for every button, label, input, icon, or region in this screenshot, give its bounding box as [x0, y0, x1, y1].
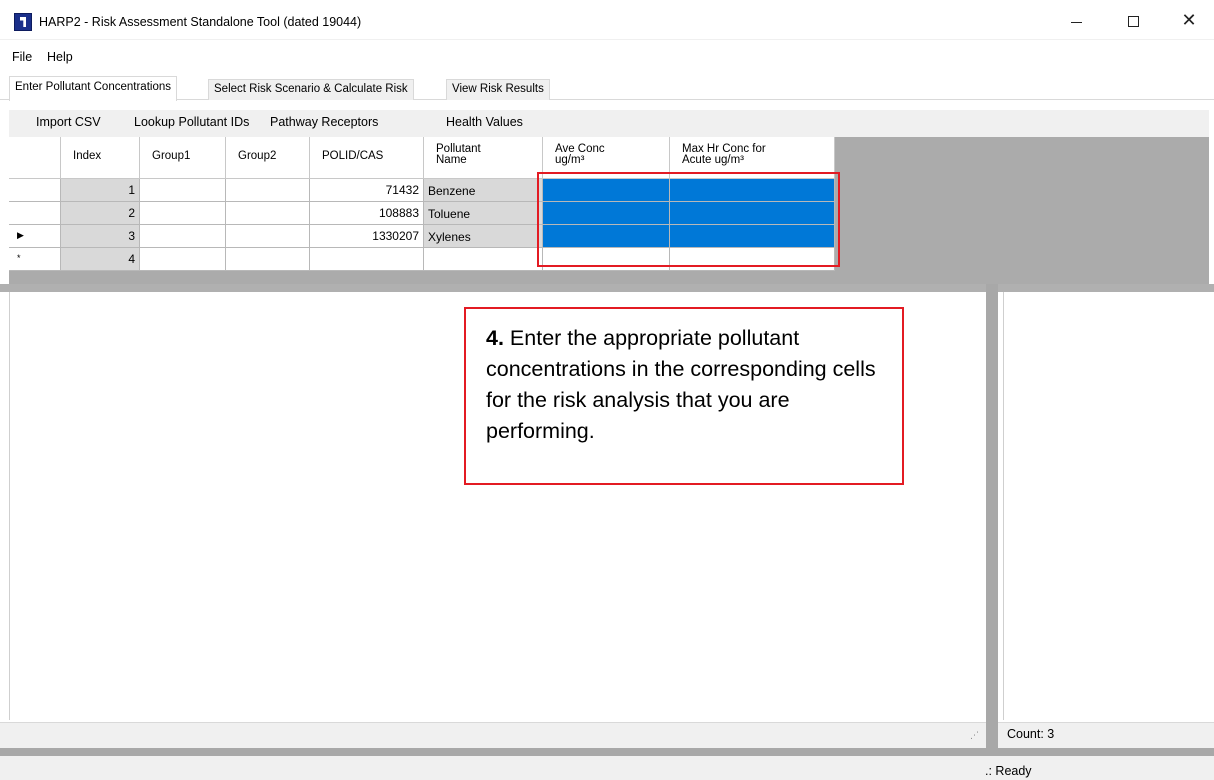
- minimize-button[interactable]: [1056, 6, 1096, 36]
- toolbar: Import CSV Lookup Pollutant IDs Pathway …: [9, 110, 1209, 137]
- lookup-pollutant-ids-button[interactable]: Lookup Pollutant IDs: [134, 115, 249, 129]
- cell-group2[interactable]: [226, 202, 310, 225]
- cell-pollutant-name[interactable]: Xylenes: [424, 225, 543, 248]
- cell-polid[interactable]: 71432: [310, 179, 424, 202]
- column-label: Max Hr Conc for Acute ug/m³: [682, 143, 766, 166]
- tab-enter-pollutant-concentrations[interactable]: Enter Pollutant Concentrations: [9, 76, 177, 101]
- column-label: Ave Conc ug/m³: [555, 143, 605, 166]
- cell-pollutant-name[interactable]: [424, 248, 543, 271]
- instruction-callout: 4. Enter the appropriate pollutant conce…: [464, 307, 904, 485]
- column-label-line2: Acute ug/m³: [682, 154, 744, 166]
- maximize-icon: [1127, 15, 1139, 27]
- menu-bar: File Help: [0, 47, 1214, 67]
- app-icon: [14, 13, 32, 31]
- column-header-pollutant-name[interactable]: Pollutant Name: [424, 137, 543, 179]
- cell-index[interactable]: 3: [61, 225, 140, 248]
- close-button[interactable]: ✕: [1169, 6, 1209, 36]
- grid-corner[interactable]: [9, 137, 61, 179]
- row-header[interactable]: [9, 202, 61, 225]
- cell-pollutant-name[interactable]: Benzene: [424, 179, 543, 202]
- cell-polid[interactable]: 1330207: [310, 225, 424, 248]
- vertical-splitter[interactable]: [986, 284, 998, 750]
- maximize-button[interactable]: [1113, 6, 1153, 36]
- current-row-indicator[interactable]: ▶: [9, 225, 61, 248]
- cell-group1[interactable]: [140, 202, 226, 225]
- close-icon: ✕: [1181, 10, 1197, 31]
- cell-pollutant-name[interactable]: Toluene: [424, 202, 543, 225]
- cell-group2[interactable]: [226, 248, 310, 271]
- cell-group1[interactable]: [140, 248, 226, 271]
- selection-highlight-box: [537, 172, 840, 267]
- column-label: Group2: [238, 150, 277, 162]
- grid-status-bar: [0, 722, 986, 748]
- ready-status: .: Ready: [985, 764, 1032, 778]
- column-header-group2[interactable]: Group2: [226, 137, 310, 179]
- cell-group2[interactable]: [226, 225, 310, 248]
- column-label: POLID/CAS: [322, 150, 384, 162]
- status-divider: [0, 748, 1214, 756]
- column-label: Index: [73, 150, 102, 162]
- cell-index[interactable]: 1: [61, 179, 140, 202]
- window-title: HARP2 - Risk Assessment Standalone Tool …: [39, 15, 362, 29]
- row-header[interactable]: [9, 179, 61, 202]
- cell-group1[interactable]: [140, 179, 226, 202]
- column-label: Pollutant Name: [436, 143, 481, 166]
- callout-text: Enter the appropriate pollutant concentr…: [486, 326, 876, 443]
- column-header-polid-cas[interactable]: POLID/CAS: [310, 137, 424, 179]
- column-label-line2: Name: [436, 154, 467, 166]
- health-values-button[interactable]: Health Values: [446, 115, 523, 129]
- menu-file[interactable]: File: [12, 50, 32, 64]
- cell-group2[interactable]: [226, 179, 310, 202]
- title-bar: HARP2 - Risk Assessment Standalone Tool …: [0, 0, 1214, 40]
- cell-index[interactable]: 4: [61, 248, 140, 271]
- cell-polid[interactable]: [310, 248, 424, 271]
- column-header-index[interactable]: Index: [61, 137, 140, 179]
- tab-view-risk-results[interactable]: View Risk Results: [446, 79, 550, 100]
- menu-help[interactable]: Help: [47, 50, 73, 64]
- row-count: Count: 3: [1007, 727, 1055, 741]
- import-csv-button[interactable]: Import CSV: [36, 115, 101, 129]
- pathway-receptors-button[interactable]: Pathway Receptors: [270, 115, 378, 129]
- right-pane: [1003, 292, 1214, 720]
- column-label: Group1: [152, 150, 191, 162]
- tab-strip: Enter Pollutant Concentrations Select Ri…: [0, 76, 1214, 101]
- cell-group1[interactable]: [140, 225, 226, 248]
- new-row-indicator[interactable]: *: [9, 248, 61, 271]
- column-header-group1[interactable]: Group1: [140, 137, 226, 179]
- cell-index[interactable]: 2: [61, 202, 140, 225]
- pane-divider: [0, 284, 1214, 292]
- cell-polid[interactable]: 108883: [310, 202, 424, 225]
- resize-grip-icon[interactable]: ⋰: [970, 730, 979, 741]
- minimize-icon: [1070, 21, 1082, 23]
- column-label-line2: ug/m³: [555, 154, 585, 166]
- tab-select-risk-scenario[interactable]: Select Risk Scenario & Calculate Risk: [208, 79, 414, 100]
- callout-step-number: 4.: [486, 326, 504, 350]
